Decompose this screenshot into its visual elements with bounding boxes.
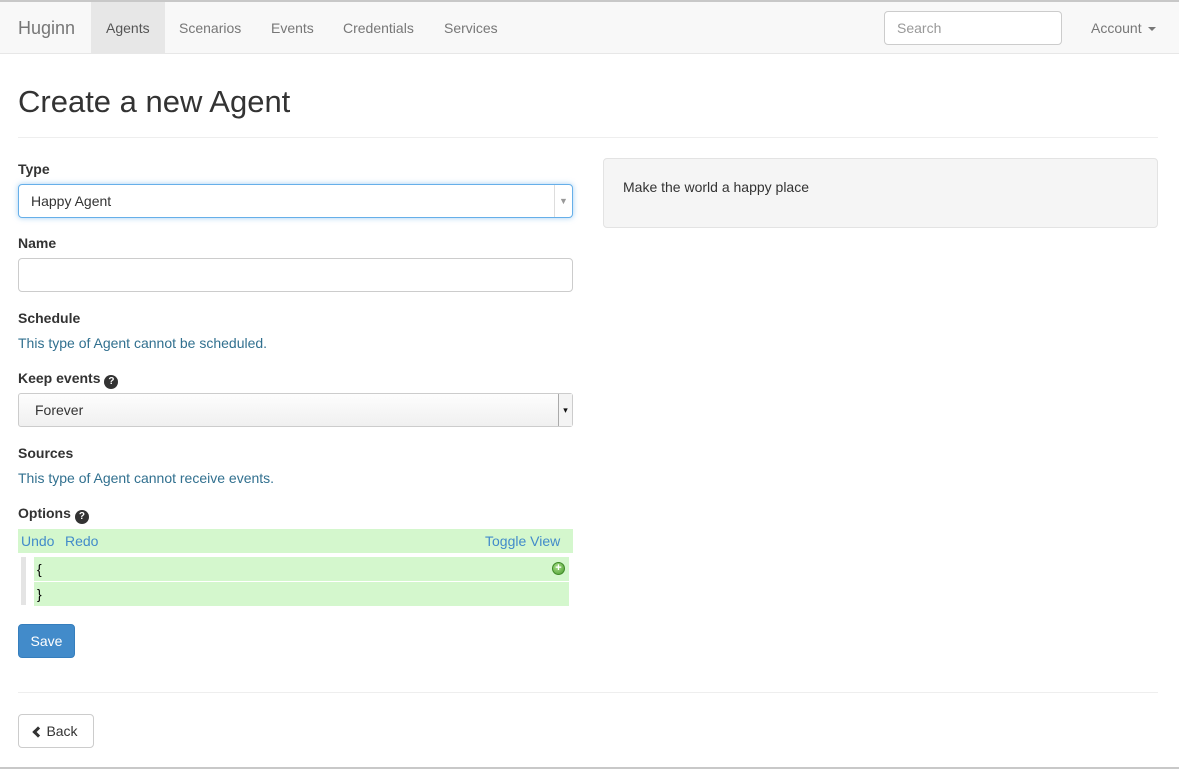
keep-events-value: Forever	[35, 402, 84, 418]
dropdown-arrow-icon: ▼	[554, 185, 572, 217]
sources-label: Sources	[18, 445, 74, 461]
agent-description: Make the world a happy place	[603, 158, 1158, 228]
account-menu[interactable]: Account	[1091, 2, 1156, 54]
editor-line[interactable]: }	[34, 582, 569, 606]
agent-description-text: Make the world a happy place	[623, 179, 809, 195]
nav-services[interactable]: Services	[429, 2, 513, 54]
redo-button[interactable]: Redo	[65, 529, 98, 553]
search-input[interactable]	[884, 11, 1062, 45]
undo-button[interactable]: Undo	[21, 529, 54, 553]
question-icon[interactable]: ?	[104, 375, 119, 389]
nav-events[interactable]: Events	[256, 2, 329, 54]
nav-agents[interactable]: Agents	[91, 2, 165, 54]
schedule-info: This type of Agent cannot be scheduled.	[18, 335, 268, 351]
nav-scenarios[interactable]: Scenarios	[164, 2, 256, 54]
add-icon[interactable]: +	[552, 562, 565, 575]
type-select[interactable]: Happy Agent ▼	[18, 184, 573, 218]
schedule-label: Schedule	[18, 310, 81, 326]
select-arrow-icon: ▾	[558, 394, 572, 426]
options-label: Options	[18, 505, 71, 521]
back-label: Back	[46, 723, 78, 739]
editor-toolbar: Undo Redo Toggle View	[18, 529, 573, 553]
json-editor[interactable]: { + }	[18, 555, 573, 607]
editor-gutter	[21, 557, 26, 605]
editor-line[interactable]: { +	[34, 557, 569, 581]
brand-logo[interactable]: Huginn	[18, 2, 75, 54]
type-label: Type	[18, 161, 50, 177]
save-button[interactable]: Save	[18, 624, 75, 658]
editor-line-text: }	[37, 586, 42, 602]
question-icon[interactable]: ?	[74, 510, 89, 524]
account-label: Account	[1091, 20, 1142, 36]
chevron-left-icon	[32, 726, 45, 738]
type-select-value: Happy Agent	[31, 193, 112, 209]
editor-line-text: {	[37, 561, 42, 577]
keep-events-label: Keep events	[18, 370, 101, 386]
keep-events-label-row: Keep events?	[18, 368, 119, 389]
back-button[interactable]: Back	[18, 714, 94, 748]
toggle-view-button[interactable]: Toggle View	[485, 529, 560, 553]
options-label-row: Options?	[18, 503, 89, 524]
footer-divider	[18, 692, 1158, 693]
sources-info: This type of Agent cannot receive events…	[18, 470, 275, 486]
keep-events-select[interactable]: Forever ▾	[18, 393, 573, 427]
nav-credentials[interactable]: Credentials	[328, 2, 429, 54]
page-title: Create a new Agent	[18, 84, 291, 119]
top-navbar: Huginn Agents Scenarios Events Credentia…	[0, 2, 1179, 54]
name-label: Name	[18, 235, 57, 251]
header-divider	[18, 137, 1158, 138]
caret-down-icon	[1147, 27, 1156, 32]
name-input[interactable]	[18, 258, 573, 292]
